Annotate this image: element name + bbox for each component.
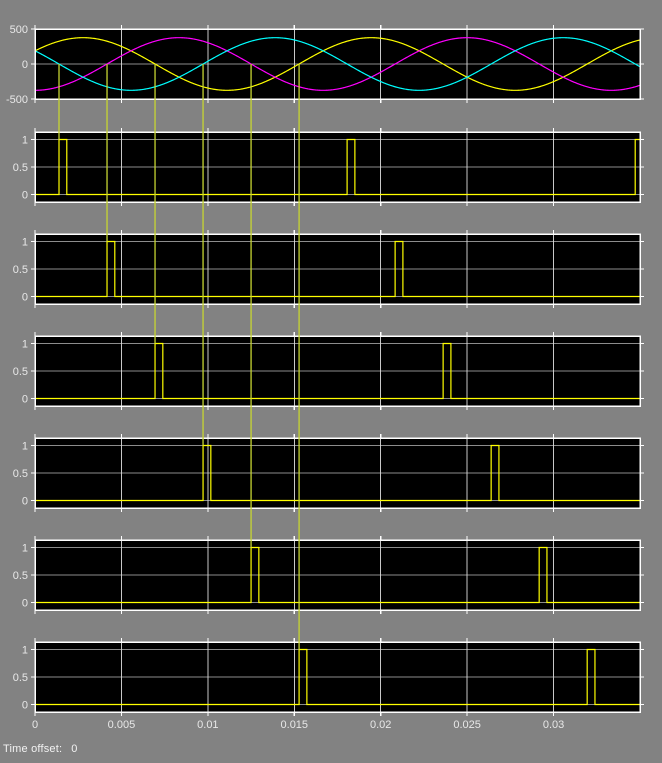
time-offset-value: 0 <box>71 743 78 755</box>
y-tick-label: 0.5 <box>13 570 28 582</box>
y-tick-label: 0.5 <box>13 162 28 174</box>
x-tick-label: 0.025 <box>453 719 481 731</box>
y-tick-label: 0.5 <box>13 366 28 378</box>
status-bar: Time offset: 0 <box>3 743 78 755</box>
y-tick-label: 1 <box>22 236 28 248</box>
y-tick-label: 0 <box>22 394 28 406</box>
y-tick-label: 0 <box>22 700 28 712</box>
x-tick-label: 0.02 <box>370 719 391 731</box>
scope-plots: 5000-50010.5010.5010.5010.5010.5010.500 0… <box>6 24 644 731</box>
time-offset-label: Time offset: <box>3 743 63 755</box>
y-tick-label: 0.5 <box>13 672 28 684</box>
y-tick-label: 1 <box>22 338 28 350</box>
x-tick-label: 0.005 <box>108 719 136 731</box>
plot-pulse-2: 10.50 <box>13 230 644 308</box>
y-tick-label: 1 <box>22 440 28 452</box>
y-tick-label: 0 <box>22 292 28 304</box>
plot-pulse-6: 10.50 <box>13 638 644 716</box>
x-axis-labels: 0 0.005 0.01 0.015 0.02 0.025 0.03 <box>32 719 564 731</box>
y-tick-label: 0 <box>22 598 28 610</box>
y-tick-label: 0.5 <box>13 468 28 480</box>
x-tick-label: 0.015 <box>281 719 309 731</box>
y-tick-label: 0.5 <box>13 264 28 276</box>
y-tick-label: 0 <box>22 496 28 508</box>
plot-three-phase-voltages: 500 0 -500 <box>6 24 644 106</box>
y-tick-label: 0 <box>22 59 28 71</box>
x-tick-label: 0 <box>32 719 38 731</box>
y-tick-label: -500 <box>6 94 28 106</box>
y-tick-label: 1 <box>22 542 28 554</box>
y-tick-label: 0 <box>22 190 28 202</box>
y-tick-label: 1 <box>22 644 28 656</box>
y-tick-label: 1 <box>22 134 28 146</box>
y-tick-label: 500 <box>10 24 28 36</box>
x-tick-label: 0.01 <box>197 719 218 731</box>
plot-pulse-4: 10.50 <box>13 434 644 512</box>
plot-pulse-5: 10.50 <box>13 536 644 614</box>
x-tick-label: 0.03 <box>543 719 564 731</box>
scope-window: 500 0 -500 1 0.5 0 1 0.5 0 1 0.5 0 1 0.5 0 1 0.5 0 1 0.5 0 0 0… <box>0 0 662 763</box>
plot-pulse-3: 10.50 <box>13 332 644 410</box>
